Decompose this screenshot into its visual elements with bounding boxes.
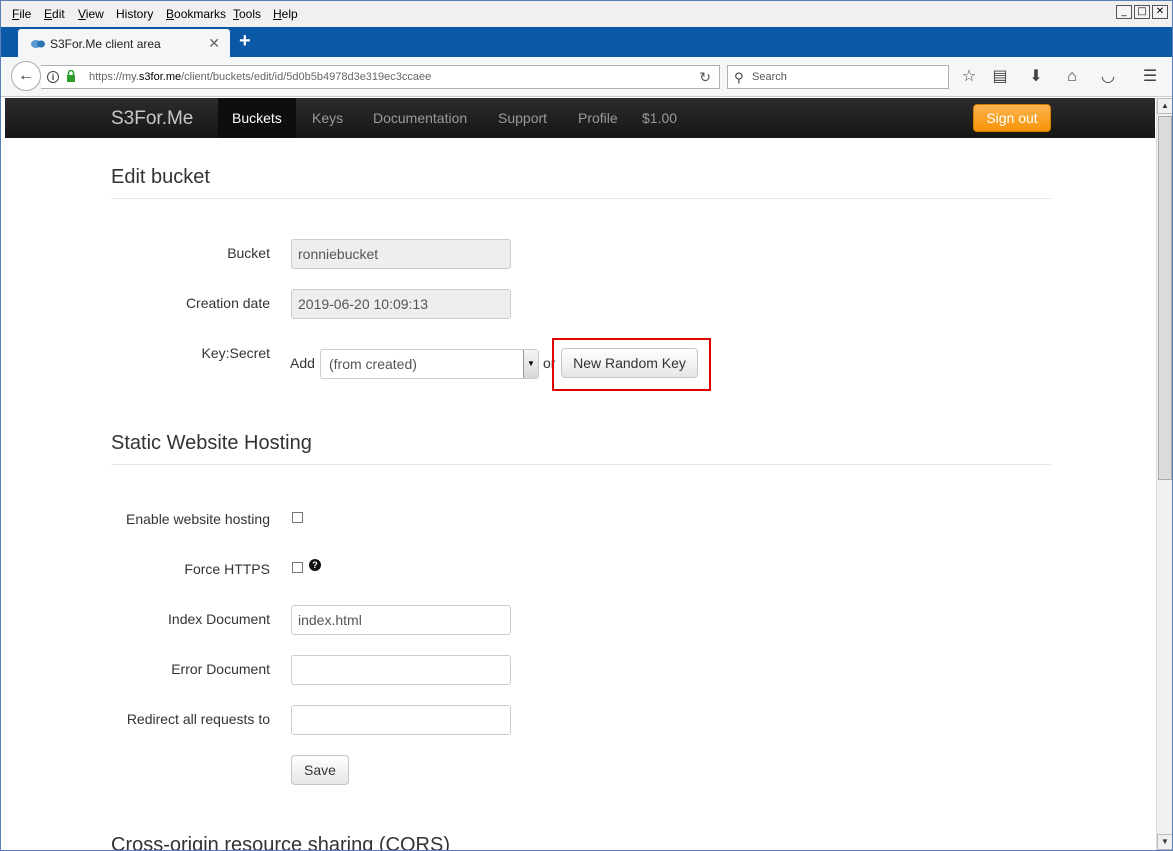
error-document-label: Error Document: [171, 661, 270, 677]
key-select[interactable]: (from created) ▼: [320, 349, 539, 379]
menu-view[interactable]: View: [78, 7, 104, 21]
nav-profile[interactable]: Profile: [578, 110, 618, 126]
home-icon[interactable]: ⌂: [1062, 67, 1082, 87]
index-document-label: Index Document: [168, 611, 270, 627]
help-icon[interactable]: ?: [309, 559, 321, 571]
navigation-bar: i https://my.s3for.me/client/buckets/edi…: [1, 57, 1172, 97]
force-https-label: Force HTTPS: [184, 561, 270, 577]
divider: [111, 198, 1051, 199]
search-input[interactable]: Search: [752, 71, 787, 83]
nav-documentation[interactable]: Documentation: [373, 110, 467, 126]
menu-edit[interactable]: Edit: [44, 7, 65, 21]
downloads-icon[interactable]: ⬇: [1026, 67, 1046, 87]
pocket-icon[interactable]: ◡: [1098, 67, 1118, 87]
creation-date-field[interactable]: 2019-06-20 10:09:13: [291, 289, 511, 319]
url-text[interactable]: https://my.s3for.me/client/buckets/edit/…: [89, 71, 431, 83]
creation-date-label: Creation date: [185, 295, 270, 311]
new-tab-icon[interactable]: +: [239, 30, 251, 53]
search-icon: ⚲: [734, 70, 744, 85]
index-document-input[interactable]: index.html: [291, 605, 511, 635]
key-select-value: (from created): [329, 356, 417, 372]
key-secret-label: Key:Secret: [201, 345, 270, 361]
bookmark-star-icon[interactable]: ☆: [959, 67, 979, 87]
hamburger-menu-icon[interactable]: ☰: [1140, 67, 1160, 87]
tab-strip: S3For.Me client area ✕ +: [1, 27, 1172, 57]
menu-history[interactable]: History: [116, 7, 153, 21]
hosting-heading: Static Website Hosting: [111, 432, 312, 454]
url-bar[interactable]: i https://my.s3for.me/client/buckets/edi…: [41, 65, 720, 89]
tab-title: S3For.Me client area: [50, 37, 161, 51]
reload-icon[interactable]: ↻: [699, 69, 711, 86]
add-text: Add: [290, 355, 315, 371]
reading-list-icon[interactable]: ▤: [990, 67, 1010, 87]
redirect-label: Redirect all requests to: [126, 711, 270, 727]
window-controls: _ □ ✕: [1116, 5, 1168, 19]
site-brand[interactable]: S3For.Me: [111, 108, 193, 130]
nav-keys[interactable]: Keys: [312, 110, 343, 126]
scroll-thumb[interactable]: [1158, 116, 1172, 480]
menu-file[interactable]: File: [12, 7, 31, 21]
lock-icon: [67, 70, 75, 82]
divider: [111, 464, 1051, 465]
redirect-input[interactable]: [291, 705, 511, 735]
scroll-down-icon[interactable]: ▼: [1157, 834, 1172, 850]
cloud-icon: [31, 40, 45, 48]
info-icon[interactable]: i: [47, 71, 59, 83]
menu-bar: File Edit View History Bookmarks Tools H…: [1, 1, 1172, 27]
menu-tools[interactable]: Tools: [233, 7, 261, 21]
bucket-field[interactable]: ronniebucket: [291, 239, 511, 269]
force-https-checkbox[interactable]: [292, 562, 303, 573]
maximize-button[interactable]: □: [1134, 5, 1150, 19]
highlight-box: [552, 338, 711, 391]
back-arrow-icon: ←: [18, 67, 34, 84]
nav-buckets[interactable]: Buckets: [218, 98, 296, 138]
enable-hosting-checkbox[interactable]: [292, 512, 303, 523]
dropdown-arrow-icon[interactable]: ▼: [523, 350, 538, 378]
sign-out-button[interactable]: Sign out: [973, 104, 1051, 132]
cors-heading: Cross-origin resource sharing (CORS): [111, 834, 450, 850]
tab-s3forme[interactable]: S3For.Me client area ✕: [18, 29, 230, 57]
scroll-up-icon[interactable]: ▲: [1157, 98, 1172, 114]
nav-balance[interactable]: $1.00: [642, 110, 677, 126]
back-button[interactable]: ←: [11, 61, 41, 91]
close-tab-icon[interactable]: ✕: [208, 35, 220, 52]
search-bar[interactable]: ⚲ Search: [727, 65, 949, 89]
enable-hosting-label: Enable website hosting: [126, 511, 270, 527]
error-document-input[interactable]: [291, 655, 511, 685]
site-navbar: S3For.Me Buckets Keys Documentation Supp…: [5, 98, 1155, 138]
save-button[interactable]: Save: [291, 755, 349, 785]
vertical-scrollbar[interactable]: ▲ ▼: [1156, 98, 1172, 850]
browser-window: File Edit View History Bookmarks Tools H…: [0, 0, 1173, 851]
page-viewport: S3For.Me Buckets Keys Documentation Supp…: [5, 98, 1155, 850]
minimize-button[interactable]: _: [1116, 5, 1132, 19]
menu-help[interactable]: Help: [273, 7, 298, 21]
edit-bucket-heading: Edit bucket: [111, 166, 210, 188]
close-window-button[interactable]: ✕: [1152, 5, 1168, 19]
bucket-label: Bucket: [227, 245, 270, 261]
nav-support[interactable]: Support: [498, 110, 547, 126]
menu-bookmarks[interactable]: Bookmarks: [166, 7, 226, 21]
